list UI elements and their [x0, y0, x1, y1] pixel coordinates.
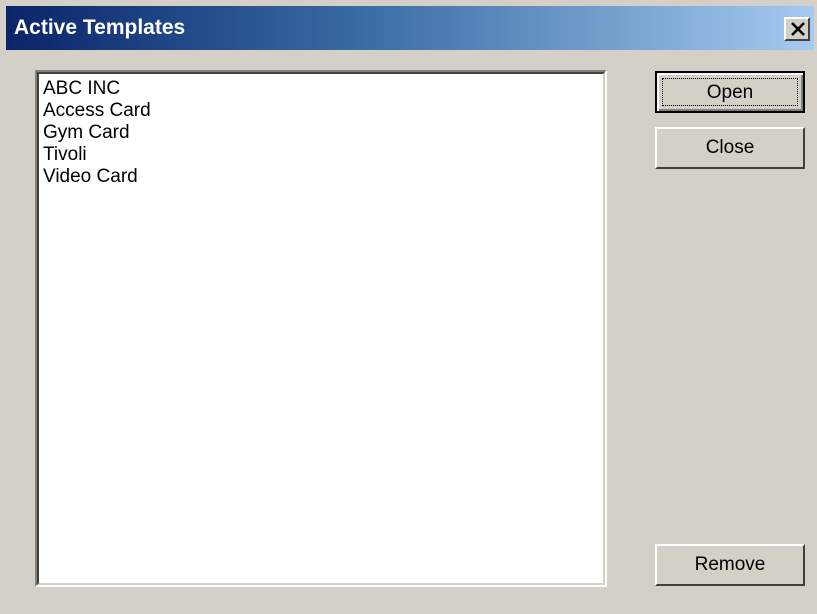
open-button[interactable]: Open — [655, 71, 805, 113]
templates-list: ABC INC Access Card Gym Card Tivoli Vide… — [37, 72, 605, 585]
close-button[interactable]: Close — [655, 127, 805, 169]
active-templates-dialog: Active Templates ABC INC Access Card Gym… — [0, 0, 817, 614]
list-item-video-card[interactable]: Video Card — [43, 166, 601, 188]
list-item-abc-inc[interactable]: ABC INC — [43, 78, 601, 100]
list-item-access-card[interactable]: Access Card — [43, 100, 601, 122]
title-bar[interactable]: Active Templates — [6, 6, 814, 50]
list-item-gym-card[interactable]: Gym Card — [43, 122, 601, 144]
close-window-button[interactable] — [784, 17, 810, 41]
remove-button[interactable]: Remove — [655, 544, 805, 586]
window-title: Active Templates — [14, 16, 186, 39]
open-button-label: Open — [662, 78, 798, 106]
close-icon — [791, 22, 805, 36]
list-item-tivoli[interactable]: Tivoli — [43, 144, 601, 166]
templates-listbox[interactable]: ABC INC Access Card Gym Card Tivoli Vide… — [35, 70, 607, 587]
